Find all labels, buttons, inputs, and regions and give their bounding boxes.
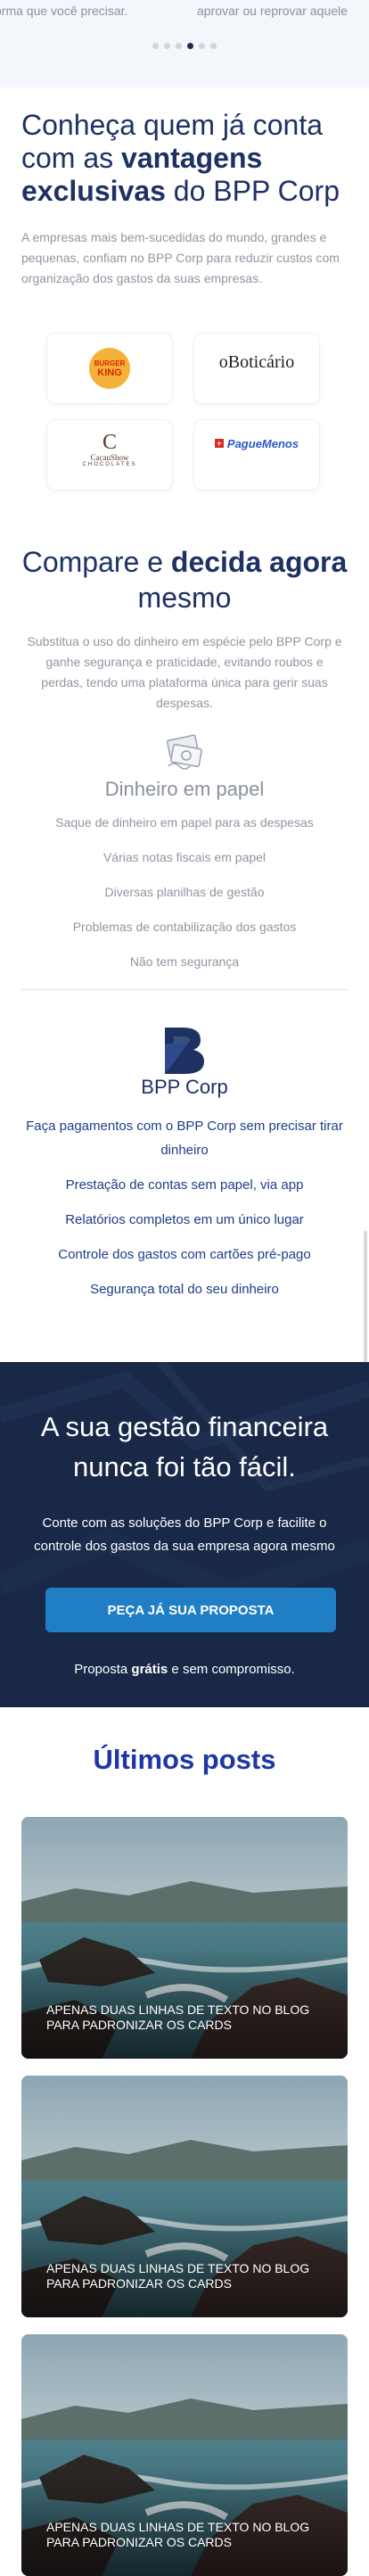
carousel-slide-text-prev: orma que você precisar. <box>0 4 128 18</box>
blog-post-card[interactable]: APENAS DUAS LINHAS DE TEXTO NO BLOG PARA… <box>21 2076 348 2317</box>
banner-note: Proposta grátis e sem compromisso. <box>0 1662 369 1677</box>
money-bills-icon <box>166 734 202 770</box>
carousel-dot[interactable] <box>152 43 159 49</box>
bpp-benefit-item: Relatórios completos em um único lugar <box>65 1212 304 1227</box>
cacau-show-sub: CHOCOLATES <box>82 462 137 467</box>
carousel-slide-text-next: aprovar ou reprovar aquele <box>197 4 348 18</box>
cta-banner: A sua gestão financeira nunca foi tão fá… <box>0 1362 369 1707</box>
bpp-benefit-item: Faça pagamentos com o BPP Corp sem preci… <box>26 1119 343 1158</box>
client-logo-card: oBoticário <box>193 333 320 404</box>
carousel-dot-active[interactable] <box>187 43 193 49</box>
compare-title-text-end: mesmo <box>137 582 232 614</box>
carousel-dot[interactable] <box>176 43 182 49</box>
clients-section-title: Conheça quem já conta com as vantagens e… <box>21 109 360 208</box>
paper-money-item: Não tem segurança <box>129 954 240 969</box>
compare-description: Substitua o uso do dinheiro em espécie p… <box>27 634 342 710</box>
cacau-show-name: CacauShow <box>90 453 129 462</box>
burger-king-logo: BURGER KING <box>89 348 130 389</box>
paper-money-item: Saque de dinheiro em papel para as despe… <box>55 815 314 830</box>
cacau-show-logo: C CacauShow CHOCOLATES <box>83 432 137 467</box>
banner-note-text: Proposta <box>74 1662 132 1677</box>
post-title: APENAS DUAS LINHAS DE TEXTO NO BLOG PARA… <box>46 2002 310 2032</box>
burger-king-logo-bottom: KING <box>97 367 122 378</box>
paper-money-item: Problemas de contabilização dos gastos <box>72 920 297 934</box>
paper-money-item: Várias notas fiscais em papel <box>102 850 266 864</box>
client-logo-card: C CacauShow CHOCOLATES <box>46 419 173 491</box>
cacau-show-mark: C <box>102 431 117 454</box>
bpp-benefit-item: Prestação de contas sem papel, via app <box>65 1177 304 1193</box>
paper-money-title: Dinheiro em papel <box>104 778 265 800</box>
client-logo-card: BURGER KING <box>46 333 173 404</box>
client-logo-card: + PagueMenos <box>193 419 320 491</box>
pague-menos-name: PagueMenos <box>226 436 299 450</box>
carousel-dot[interactable] <box>210 43 217 49</box>
banner-description: Conte com as soluções do BPP Corp e faci… <box>34 1515 335 1554</box>
boticario-logo: oBoticário <box>218 351 295 372</box>
compare-divider <box>21 989 348 990</box>
banner-note-highlight: grátis <box>131 1662 168 1677</box>
bpp-corp-benefits-list: Faça pagamentos com o BPP Corp sem preci… <box>21 1114 348 1312</box>
bpp-benefit-item: Segurança total do seu dinheiro <box>90 1282 279 1297</box>
banner-title: A sua gestão financeira nunca foi tão fá… <box>40 1411 329 1482</box>
compare-title-highlight: decida agora <box>170 546 348 578</box>
blog-post-card[interactable]: APENAS DUAS LINHAS DE TEXTO NO BLOG PARA… <box>21 1817 348 2059</box>
carousel-dot[interactable] <box>164 43 170 49</box>
carousel-dot[interactable] <box>199 43 205 49</box>
blog-post-card[interactable]: APENAS DUAS LINHAS DE TEXTO NO BLOG PARA… <box>21 2334 348 2576</box>
post-title: APENAS DUAS LINHAS DE TEXTO NO BLOG PARA… <box>46 2261 310 2291</box>
bpp-corp-logo-icon <box>165 1028 204 1074</box>
pague-menos-logo: + PagueMenos <box>214 436 299 450</box>
cross-icon: + <box>214 439 224 448</box>
paper-money-item: Diversas planilhas de gestão <box>104 885 265 899</box>
carousel-pagination <box>0 43 369 49</box>
bpp-benefit-item: Controle dos gastos com cartões pré-pago <box>58 1247 311 1262</box>
clients-description: A empresas mais bem-sucedidas do mundo, … <box>21 230 340 285</box>
clients-title-text-end: do BPP Corp <box>165 175 340 207</box>
banner-note-text-end: e sem compromisso. <box>168 1662 295 1677</box>
bpp-corp-title: BPP Corp <box>141 1076 228 1098</box>
post-title: APENAS DUAS LINHAS DE TEXTO NO BLOG PARA… <box>46 2520 310 2549</box>
compare-section-title: Compare e decida agora mesmo <box>0 544 369 615</box>
compare-title-text: Compare e <box>21 546 171 578</box>
testimonial-carousel[interactable]: orma que você precisar. aprovar ou repro… <box>0 0 369 87</box>
latest-posts-title: Últimos posts <box>93 1744 276 1775</box>
request-proposal-button[interactable]: PEÇA JÁ SUA PROPOSTA <box>45 1588 336 1632</box>
paper-money-list: Saque de dinheiro em papel para as despe… <box>0 815 369 989</box>
